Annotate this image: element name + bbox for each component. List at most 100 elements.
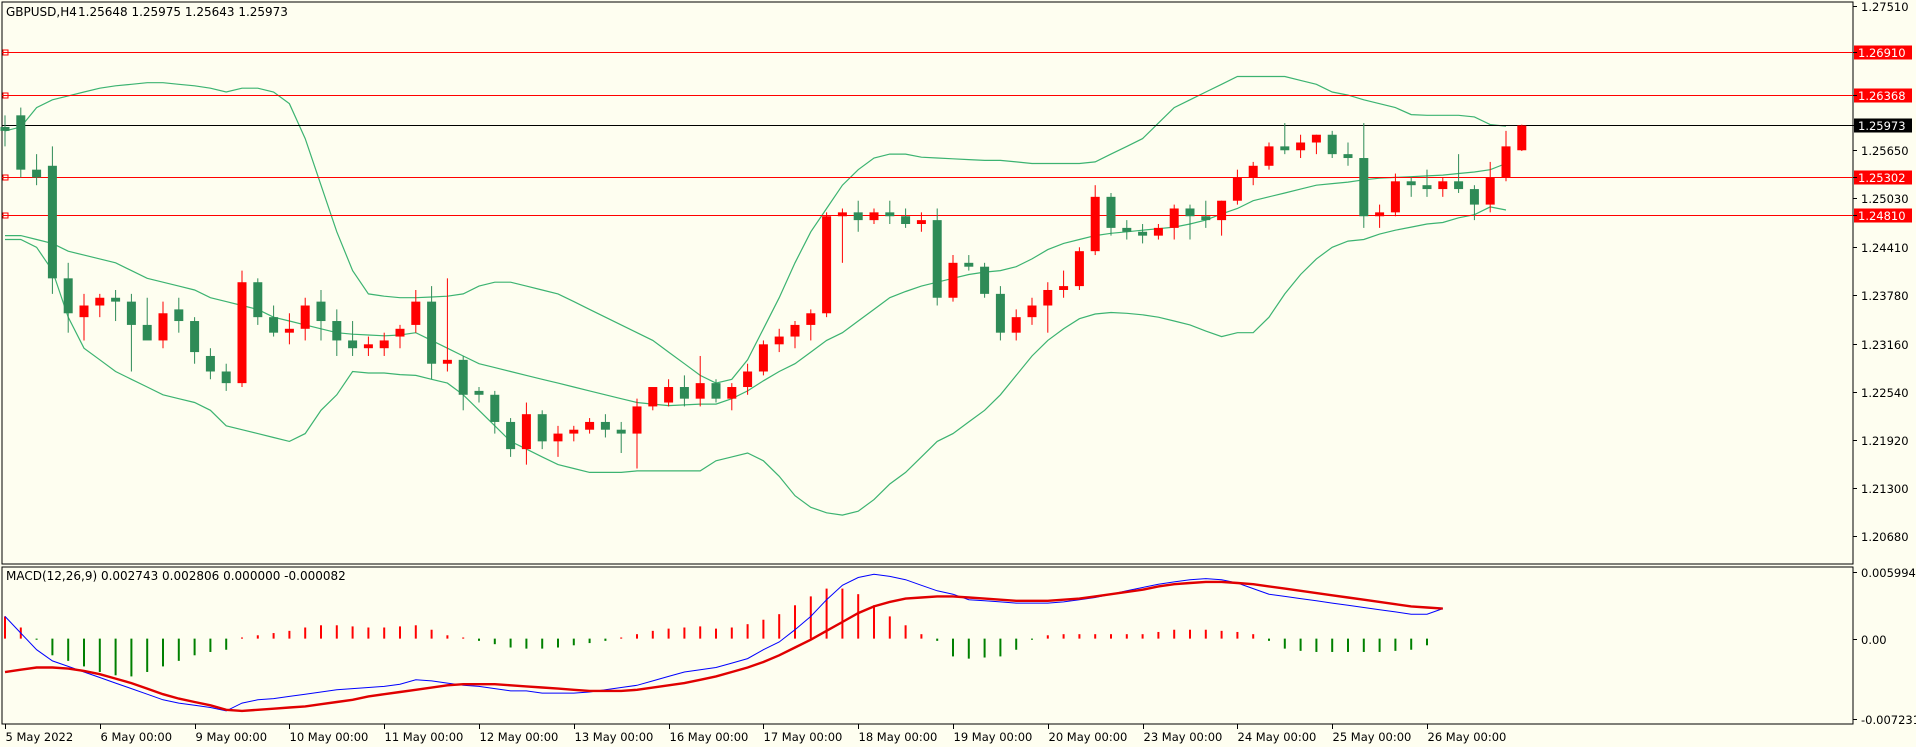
candle-body [142,324,152,341]
candle-body [1390,181,1400,213]
candle-body [506,421,516,450]
candle-body [932,220,942,298]
candle-body [758,344,768,372]
candle-body [1074,251,1084,287]
candle-body [648,387,658,407]
price-tick-label: 1.20680 [1861,530,1909,544]
chart-area: 1.26910 1.26368 1.25973 1.25302 1.24810 1.275… [0,0,1916,744]
candle-body [1296,142,1306,151]
candle-body [1517,125,1527,151]
candle-body [901,216,911,225]
level-tag-text-1.25973: 1.25973 [1858,119,1906,133]
candle-body [774,336,784,345]
price-tick-label: 1.23780 [1861,289,1909,303]
candle-body [521,414,531,450]
macd-tick-label: 0.005994 [1861,566,1916,580]
price-tick-label: 1.23160 [1861,338,1909,352]
time-axis: 5 May 2022 6 May 00:00 9 May 00:00 10 May 0… [5,724,1506,744]
candle-body [1264,146,1274,166]
macd-panel-frame [1,566,1854,725]
time-tick-label: 11 May 00:00 [385,730,464,744]
candle-body [837,212,847,217]
candle-body [158,313,168,341]
time-tick-label: 6 May 00:00 [101,730,173,744]
level-tag-text-1.25302: 1.25302 [1858,171,1906,185]
macd-line [4,573,1443,712]
candle-body [1138,231,1148,236]
candle-body [300,305,310,329]
price-tick-label: 1.21920 [1861,434,1909,448]
candle-body [1248,165,1258,178]
candle-body [569,429,579,434]
candle-body [1169,208,1179,228]
time-tick-label: 19 May 00:00 [954,730,1033,744]
candle-body [332,321,342,341]
macd-axis: 0.005994 0.00 -0.007231 [1853,566,1916,727]
time-tick-label: 23 May 00:00 [1144,730,1223,744]
candle-body [316,301,326,322]
candle-body [221,371,231,384]
candle-body [1011,317,1021,333]
candle-body [111,297,121,302]
candle-body [411,301,421,325]
candle-body [79,305,89,318]
time-tick-label: 25 May 00:00 [1333,730,1412,744]
level-tag-text-1.26910: 1.26910 [1858,46,1906,60]
candle-body [664,387,674,403]
time-tick-label: 5 May 2022 [6,730,74,744]
candle-body [190,321,200,353]
candle-body [205,355,215,372]
candle-body [948,262,958,298]
candle-body [616,429,626,434]
macd-tick-label: -0.007231 [1861,713,1916,727]
candle-body [253,282,263,318]
candle-body [1201,216,1211,221]
candle-body [916,220,926,225]
price-tick-label: 1.25650 [1861,144,1909,158]
candle-body [885,212,895,217]
candle-body [47,165,57,279]
price-tick-label: 1.21300 [1861,482,1909,496]
time-tick-label: 12 May 00:00 [480,730,559,744]
price-tick-label: 1.25030 [1861,192,1909,206]
candle-body [1185,208,1195,217]
candle-body [1438,181,1448,190]
symbol-label: GBPUSD,H4 [6,5,77,19]
candle-body [379,340,389,349]
candle-body [995,293,1005,333]
time-tick-label: 18 May 00:00 [859,730,938,744]
candle-body [585,421,595,430]
candle-body [553,433,563,442]
candle-body [964,262,974,267]
price-tick-label: 1.22540 [1861,386,1909,400]
candle-body [869,212,879,221]
candle-body [458,359,468,395]
candle-body [1311,134,1321,143]
time-tick-label: 17 May 00:00 [764,730,843,744]
candle-body [822,216,832,314]
candle-body [442,359,452,364]
price-tick-label: 1.24410 [1861,241,1909,255]
level-tag-text-1.26368: 1.26368 [1858,89,1906,103]
candle-body [1343,154,1353,159]
candle-body [1122,227,1132,232]
candle-body [174,309,184,322]
candle-body [284,328,294,333]
time-tick-label: 13 May 00:00 [575,730,654,744]
candle-body [348,340,358,349]
time-tick-label: 16 May 00:00 [670,730,749,744]
candle-body [1469,189,1479,205]
candle-body [474,390,484,395]
candle-body [363,344,373,349]
candle-body [32,169,42,178]
macd-tick-label: 0.00 [1861,633,1887,647]
candle-body [1485,177,1495,205]
candle-body [853,212,863,221]
bollinger-bands [4,75,1507,516]
candle-body [63,278,73,314]
candle-body [679,387,689,399]
bollinger-upper-line [4,75,1507,384]
candle-body [16,115,26,170]
candle-body [1059,286,1069,290]
candle-body [1090,196,1100,252]
